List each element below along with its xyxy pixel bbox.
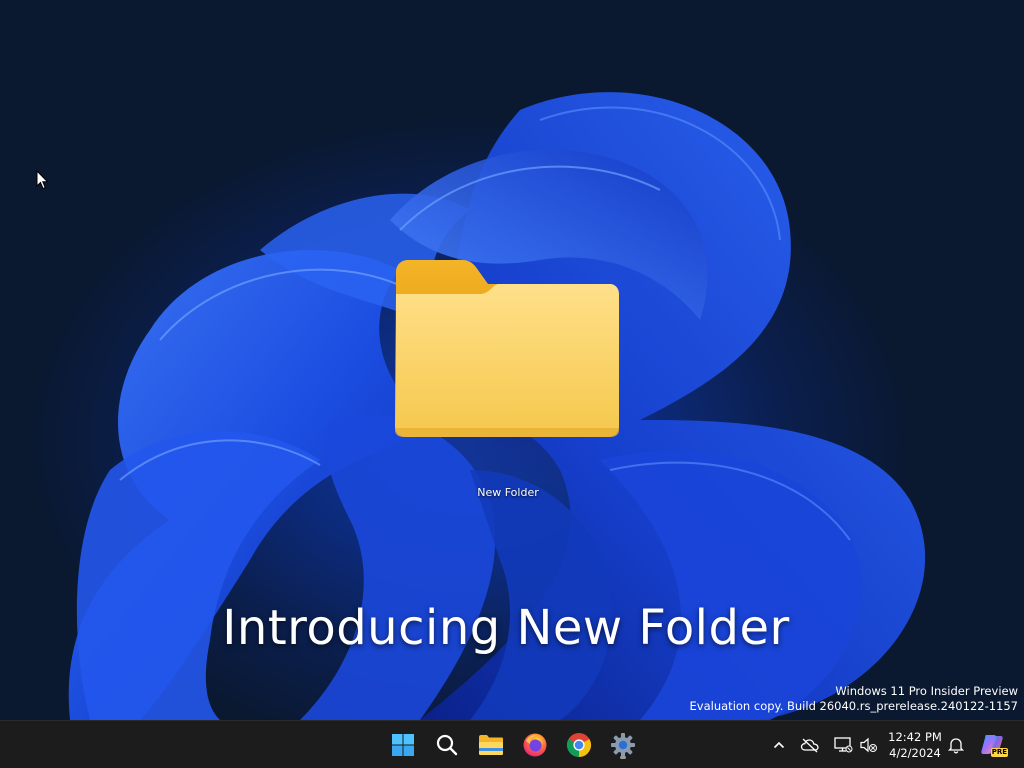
tray-clock[interactable]: 12:42 PM 4/2/2024 [882, 729, 948, 761]
folder-icon [395, 260, 619, 437]
mouse-cursor-icon [36, 170, 49, 190]
tray-volume-button[interactable] [858, 733, 880, 757]
chevron-up-icon [773, 741, 785, 749]
taskbar: 12:42 PM 4/2/2024 PRE [0, 720, 1024, 768]
os-watermark: Windows 11 Pro Insider Preview Evaluatio… [690, 684, 1018, 714]
watermark-line-1: Windows 11 Pro Insider Preview [835, 684, 1018, 698]
bell-icon [947, 738, 965, 754]
desktop[interactable]: New Folder Introducing New Folder Window… [0, 0, 1024, 720]
cloud-offline-icon [800, 738, 819, 753]
taskbar-settings-button[interactable] [607, 729, 639, 761]
tray-copilot-button[interactable]: PRE [980, 733, 1008, 757]
headline-text: Introducing New Folder [222, 600, 790, 656]
gear-icon [611, 733, 635, 757]
firefox-icon [523, 733, 547, 757]
folder-icon [479, 735, 503, 755]
running-indicator [620, 756, 626, 759]
taskbar-chrome-button[interactable] [563, 729, 595, 761]
watermark-line-2: Evaluation copy. Build 26040.rs_prerelea… [689, 699, 1018, 713]
windows-logo-icon [392, 734, 414, 756]
tray-onedrive-button[interactable] [799, 733, 821, 757]
speaker-muted-icon [860, 737, 877, 753]
taskbar-firefox-button[interactable] [519, 729, 551, 761]
taskbar-start-button[interactable] [387, 729, 419, 761]
desktop-icon-label: New Folder [477, 486, 539, 499]
clock-time: 12:42 PM [888, 730, 942, 744]
taskbar-file-explorer-button[interactable] [475, 729, 507, 761]
search-icon [436, 734, 458, 756]
tray-notifications-button[interactable] [945, 733, 967, 757]
clock-date: 4/2/2024 [889, 746, 941, 760]
network-icon [834, 737, 853, 753]
taskbar-search-button[interactable] [431, 729, 463, 761]
tray-show-hidden-icons-button[interactable] [768, 733, 790, 757]
chrome-icon [566, 733, 592, 757]
tray-network-button[interactable] [832, 733, 854, 757]
desktop-icon-new-folder[interactable]: New Folder [390, 250, 626, 510]
copilot-pre-badge: PRE [990, 748, 1008, 757]
